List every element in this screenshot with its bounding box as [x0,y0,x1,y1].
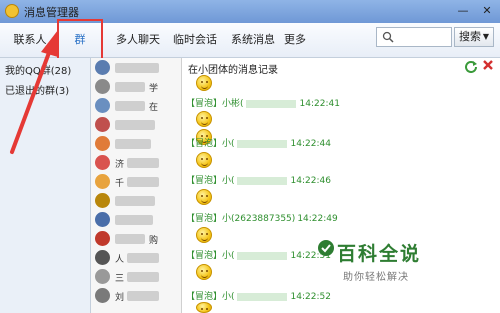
watermark-title: 百科全说 [337,243,422,265]
avatar [95,117,110,132]
avatar [95,79,110,94]
blurred-name [127,272,159,282]
blurred-name [115,82,145,92]
avatar [95,136,110,151]
blurred-name [127,253,159,263]
search-input[interactable] [376,27,452,47]
emoji-icon [196,264,212,280]
group-name: 在 [149,103,159,113]
blurred-name [127,291,159,301]
blurred-name [115,120,155,130]
group-name: 学 [149,84,159,94]
emoji-icon [196,227,212,243]
blurred-name [115,196,155,206]
avatar [95,212,110,227]
list-item[interactable]: 刘 [91,286,179,308]
emoji-icon [196,189,212,205]
blurred-name [115,139,151,149]
group-name: 刘 [115,293,125,303]
group-name: 人 [115,255,125,265]
avatar [95,288,110,303]
avatar [95,231,110,246]
search-icon [382,31,394,43]
group-name: 济 [115,160,125,170]
close-window-button[interactable]: ✕ [479,3,495,19]
chevron-down-icon: ▼ [482,32,489,41]
emoji-icon [196,75,212,91]
category-exited-groups[interactable]: 已退出的群(3) [5,82,69,97]
watermark: 百科全说 助你轻松解决 [318,239,422,283]
qq-app-icon [5,4,19,18]
record-title: 在小团体的消息记录 [188,65,278,76]
tab-multi-chat[interactable]: 多人聊天 [110,23,166,57]
tab-system-messages[interactable]: 系统消息 [224,23,282,57]
emoji-icon [196,302,212,313]
tab-contacts[interactable]: 联系人 [8,23,52,57]
minimize-button[interactable]: — [455,3,471,19]
group-name: 三 [115,274,125,284]
group-name: 千 [115,179,125,189]
tab-temp-session[interactable]: 临时会话 [166,23,224,57]
avatar [95,269,110,284]
window-title: 消息管理器 [24,6,79,19]
avatar [95,98,110,113]
watermark-subtitle: 助你轻松解决 [343,272,409,283]
avatar [95,193,110,208]
blurred-name [115,234,145,244]
group-category-panel: 我的QQ群(28) 已退出的群(3) [0,58,91,313]
highlight-box [57,19,103,62]
blurred-name [115,63,159,73]
tab-more[interactable]: 更多 [282,23,308,57]
delete-icon[interactable] [481,58,495,72]
group-list: 学 在 济 千 购 人 三 刘 [91,58,182,313]
emoji-icon [196,111,212,127]
search-button[interactable]: 搜索 ▼ [454,27,494,47]
avatar [95,155,110,170]
category-my-groups[interactable]: 我的QQ群(28) [5,62,71,77]
group-name: 购 [149,236,159,246]
avatar [95,250,110,265]
refresh-icon[interactable] [464,59,478,73]
avatar [95,174,110,189]
emoji-icon [196,152,212,168]
blurred-name [115,215,153,225]
avatar [95,60,110,75]
watermark-logo-icon [318,240,334,256]
search-button-label: 搜索 [459,30,481,43]
blurred-name [127,177,159,187]
blurred-name [127,158,159,168]
blurred-name [115,101,145,111]
